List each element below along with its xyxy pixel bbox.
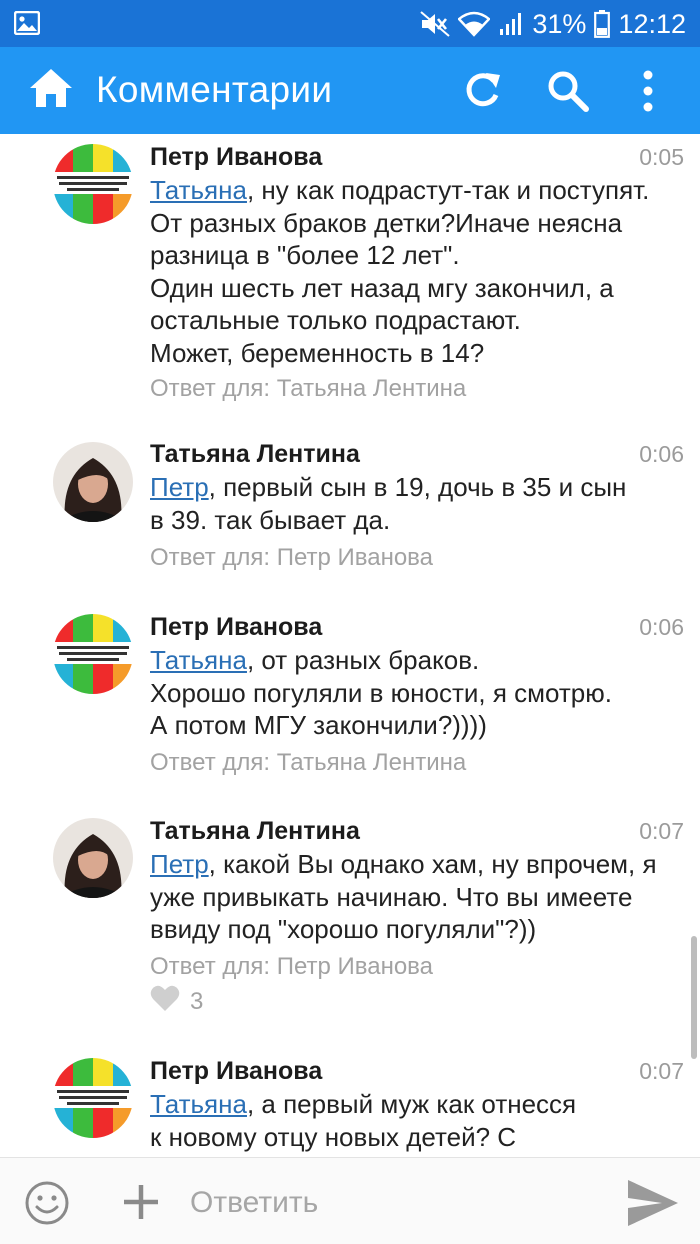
avatar[interactable]	[53, 614, 133, 694]
battery-icon	[594, 10, 611, 38]
comment-body: Татьяна, а первый муж как отнесся к ново…	[150, 1088, 690, 1153]
comment-time: 0:05	[639, 144, 684, 170]
page-title: Комментарии	[96, 69, 333, 110]
heart-icon	[150, 985, 180, 1019]
comment-body: Петр, какой Вы однако хам, ну впрочем, я…	[150, 848, 690, 946]
mute-icon	[420, 11, 451, 37]
mention-link[interactable]: Петр	[150, 472, 209, 502]
more-vert-icon[interactable]	[640, 69, 656, 118]
reply-to-link[interactable]: Ответ для: Петр Иванова	[150, 950, 433, 984]
comment-text: А потом МГУ закончили?))))	[150, 710, 487, 740]
comment-author[interactable]: Петр Иванова	[150, 1054, 322, 1088]
comment-author[interactable]: Петр Иванова	[150, 610, 322, 644]
comment-text: , ну как подрастут-так и поступят.	[246, 175, 650, 205]
mention-link[interactable]: Татьяна	[150, 645, 247, 675]
comment-body: Петр, первый сын в 19, дочь в 35 и сын в…	[150, 471, 690, 536]
add-icon[interactable]	[121, 1182, 161, 1227]
comment-text: к новому отцу новых детей? С	[150, 1121, 517, 1152]
reply-to-link[interactable]: Ответ для: Петр Иванова	[150, 541, 433, 575]
like-button[interactable]: 3	[150, 985, 203, 1019]
like-count: 3	[190, 988, 204, 1015]
wifi-icon	[458, 11, 491, 37]
battery-percent: 31%	[532, 8, 587, 39]
comment-text: уже привыкать начинаю. Что вы имеете	[150, 881, 633, 912]
clock: 12:12	[618, 8, 686, 39]
comment-body: Татьяна, ну как подрастут-так и поступят…	[150, 174, 690, 369]
reply-input[interactable]	[190, 1178, 600, 1228]
reply-bar	[0, 1157, 700, 1244]
home-icon[interactable]	[28, 67, 74, 114]
comment-author[interactable]: Петр Иванова	[150, 140, 322, 174]
comment-text: разница в "более 12 лет".	[150, 240, 460, 270]
reply-to-link[interactable]: Ответ для: Татьяна Лентина	[150, 372, 466, 406]
comment-text: Один шесть лет назад мгу закончил, а	[150, 272, 614, 303]
avatar[interactable]	[53, 1058, 133, 1138]
avatar[interactable]	[53, 144, 133, 224]
gallery-notification-icon	[13, 10, 41, 40]
status-indicators: 31% 12:12	[420, 8, 686, 40]
comment-time: 0:07	[639, 1058, 684, 1084]
app-bar: Комментарии	[0, 47, 700, 134]
comment-time: 0:06	[639, 614, 684, 640]
avatar[interactable]	[53, 442, 133, 522]
search-icon[interactable]	[546, 69, 590, 118]
comment-text: , а первый муж как отнесся	[246, 1089, 577, 1119]
comment-text: ввиду под "хорошо погуляли"?))	[150, 914, 537, 944]
send-icon[interactable]	[626, 1178, 680, 1233]
comment-text: От разных браков детки?Иначе неясна	[150, 207, 623, 238]
comment-text: , первый сын в 19, дочь в 35 и сын	[208, 472, 627, 502]
mention-link[interactable]: Татьяна	[150, 1089, 247, 1119]
comment-time: 0:06	[639, 441, 684, 467]
comment-author[interactable]: Татьяна Лентина	[150, 814, 360, 848]
comment-text: остальные только подрастают.	[150, 305, 521, 335]
refresh-icon[interactable]	[460, 69, 504, 118]
comment-list[interactable]: Петр Иванова 0:05 Татьяна, ну как подрас…	[0, 134, 700, 1157]
comment-text: , от разных браков.	[246, 645, 480, 675]
comment-text: Хорошо погуляли в юности, я смотрю.	[150, 677, 612, 708]
comment-text: , какой Вы однако хам, ну впрочем, я	[208, 849, 657, 879]
mention-link[interactable]: Татьяна	[150, 175, 247, 205]
comment-text: Может, беременность в 14?	[150, 337, 485, 368]
comment-body: Татьяна, от разных браков. Хорошо погуля…	[150, 644, 690, 742]
comment-author[interactable]: Татьяна Лентина	[150, 437, 360, 471]
comment-text: в 39. так бывает да.	[150, 504, 391, 535]
mention-link[interactable]: Петр	[150, 849, 209, 879]
status-bar: 31% 12:12	[0, 0, 700, 47]
comment-time: 0:07	[639, 818, 684, 844]
scrollbar-thumb[interactable]	[691, 936, 697, 1059]
emoji-icon[interactable]	[24, 1180, 70, 1231]
reply-to-link[interactable]: Ответ для: Татьяна Лентина	[150, 746, 466, 780]
signal-icon	[498, 11, 524, 37]
avatar[interactable]	[53, 818, 133, 898]
